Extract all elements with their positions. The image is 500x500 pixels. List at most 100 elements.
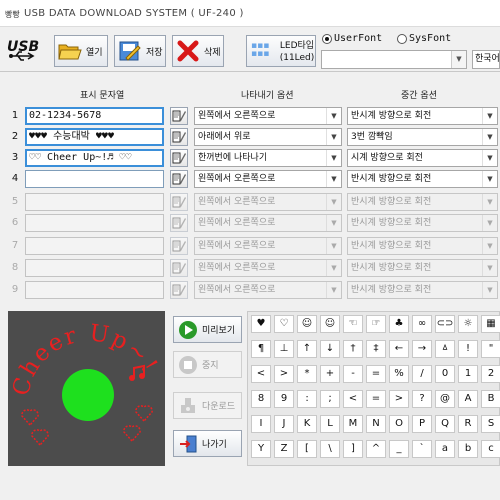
glyph-cell[interactable]: ↓: [320, 340, 340, 358]
glyph-cell[interactable]: N: [366, 415, 386, 433]
preview-button[interactable]: 미리보기: [173, 316, 242, 343]
glyph-cell[interactable]: P: [412, 415, 432, 433]
row-edit-button[interactable]: [170, 237, 188, 255]
glyph-cell[interactable]: 2: [481, 365, 500, 383]
row-text-input[interactable]: [25, 214, 164, 232]
glyph-cell[interactable]: /: [412, 365, 432, 383]
glyph-cell[interactable]: Y: [251, 440, 271, 458]
middle-option-select[interactable]: 시계 방향으로 회전 ▼: [347, 149, 498, 167]
glyph-cell[interactable]: ;: [320, 390, 340, 408]
glyph-cell[interactable]: ⊂⊃: [435, 315, 455, 333]
glyph-cell[interactable]: I: [251, 415, 271, 433]
glyph-cell[interactable]: Z: [274, 440, 294, 458]
glyph-cell[interactable]: ‡: [366, 340, 386, 358]
row-edit-button[interactable]: [170, 128, 188, 146]
glyph-cell[interactable]: ㅿ: [435, 340, 455, 358]
row-text-input[interactable]: [25, 193, 164, 211]
appear-option-select[interactable]: 아래에서 위로 ▼: [194, 128, 342, 146]
appear-option-select[interactable]: 왼쪽에서 오른쪽으로 ▼: [194, 281, 342, 299]
glyph-cell[interactable]: Q: [435, 415, 455, 433]
glyph-cell[interactable]: :: [297, 390, 317, 408]
glyph-cell[interactable]: <: [343, 390, 363, 408]
row-edit-button[interactable]: [170, 281, 188, 299]
glyph-cell[interactable]: ?: [412, 390, 432, 408]
glyph-cell[interactable]: ☜: [343, 315, 363, 333]
glyph-cell[interactable]: ▦: [481, 315, 500, 333]
glyph-cell[interactable]: †: [343, 340, 363, 358]
glyph-cell[interactable]: [: [297, 440, 317, 458]
glyph-cell[interactable]: b: [458, 440, 478, 458]
glyph-cell[interactable]: =: [366, 390, 386, 408]
middle-option-select[interactable]: 반시계 방향으로 회전 ▼: [347, 107, 498, 125]
row-text-input[interactable]: [25, 170, 164, 188]
glyph-cell[interactable]: R: [458, 415, 478, 433]
middle-option-select[interactable]: 반시계 방향으로 회전 ▼: [347, 281, 498, 299]
glyph-cell[interactable]: ⊥: [274, 340, 294, 358]
glyph-cell[interactable]: ♣: [389, 315, 409, 333]
row-edit-button[interactable]: [170, 107, 188, 125]
appear-option-select[interactable]: 왼쪽에서 오른쪽으로 ▼: [194, 237, 342, 255]
glyph-cell[interactable]: ]: [343, 440, 363, 458]
row-text-input[interactable]: ♡♡ Cheer Up~!♬ ♡♡: [25, 149, 164, 167]
glyph-cell[interactable]: ☼: [458, 315, 478, 333]
appear-option-select[interactable]: 왼쪽에서 오른쪽으로 ▼: [194, 170, 342, 188]
glyph-cell[interactable]: -: [343, 365, 363, 383]
glyph-cell[interactable]: S: [481, 415, 500, 433]
font-select[interactable]: ▼: [321, 50, 467, 69]
glyph-cell[interactable]: *: [297, 365, 317, 383]
stop-button[interactable]: 중지: [173, 351, 242, 378]
appear-option-select[interactable]: 왼쪽에서 오른쪽으로 ▼: [194, 214, 342, 232]
glyph-cell[interactable]: ☺: [320, 315, 340, 333]
glyph-cell[interactable]: ∞: [412, 315, 432, 333]
glyph-cell[interactable]: ": [481, 340, 500, 358]
glyph-cell[interactable]: <: [251, 365, 271, 383]
glyph-cell[interactable]: ←: [389, 340, 409, 358]
open-button[interactable]: 열기: [54, 35, 108, 67]
row-edit-button[interactable]: [170, 259, 188, 277]
glyph-cell[interactable]: J: [274, 415, 294, 433]
glyph-cell[interactable]: %: [389, 365, 409, 383]
glyph-cell[interactable]: M: [343, 415, 363, 433]
row-text-input[interactable]: 02-1234-5678: [25, 107, 164, 125]
glyph-cell[interactable]: L: [320, 415, 340, 433]
glyph-cell[interactable]: ☞: [366, 315, 386, 333]
glyph-cell[interactable]: !: [458, 340, 478, 358]
sysfont-radio[interactable]: SysFont: [397, 33, 451, 44]
row-edit-button[interactable]: [170, 149, 188, 167]
middle-option-select[interactable]: 반시계 방향으로 회전 ▼: [347, 193, 498, 211]
appear-option-select[interactable]: 왼쪽에서 오른쪽으로 ▼: [194, 107, 342, 125]
appear-option-select[interactable]: 왼쪽에서 오른쪽으로 ▼: [194, 259, 342, 277]
language-select[interactable]: 한국어: [472, 50, 500, 69]
glyph-cell[interactable]: B: [481, 390, 500, 408]
middle-option-select[interactable]: 반시계 방향으로 회전 ▼: [347, 170, 498, 188]
glyph-cell[interactable]: ♡: [274, 315, 294, 333]
glyph-cell[interactable]: 1: [458, 365, 478, 383]
glyph-cell[interactable]: a: [435, 440, 455, 458]
middle-option-select[interactable]: 반시계 방향으로 회전 ▼: [347, 214, 498, 232]
glyph-cell[interactable]: _: [389, 440, 409, 458]
glyph-cell[interactable]: O: [389, 415, 409, 433]
middle-option-select[interactable]: 반시계 방향으로 회전 ▼: [347, 259, 498, 277]
row-edit-button[interactable]: [170, 170, 188, 188]
appear-option-select[interactable]: 한꺼번에 나타나기 ▼: [194, 149, 342, 167]
glyph-cell[interactable]: ^: [366, 440, 386, 458]
glyph-cell[interactable]: ↑: [297, 340, 317, 358]
glyph-cell[interactable]: =: [366, 365, 386, 383]
glyph-cell[interactable]: ☺: [297, 315, 317, 333]
row-text-input[interactable]: ♥♥♥ 수능대박 ♥♥♥: [25, 128, 164, 146]
glyph-cell[interactable]: c: [481, 440, 500, 458]
save-button[interactable]: 저장: [114, 35, 166, 67]
middle-option-select[interactable]: 반시계 방향으로 회전 ▼: [347, 237, 498, 255]
appear-option-select[interactable]: 왼쪽에서 오른쪽으로 ▼: [194, 193, 342, 211]
download-button[interactable]: 다운로드: [173, 392, 242, 419]
glyph-cell[interactable]: @: [435, 390, 455, 408]
delete-button[interactable]: 삭제: [172, 35, 224, 67]
glyph-cell[interactable]: 0: [435, 365, 455, 383]
row-text-input[interactable]: [25, 237, 164, 255]
glyph-cell[interactable]: \: [320, 440, 340, 458]
glyph-cell[interactable]: ♥: [251, 315, 271, 333]
userfont-radio[interactable]: UserFont: [322, 33, 382, 44]
row-text-input[interactable]: [25, 281, 164, 299]
middle-option-select[interactable]: 3번 깜빡임 ▼: [347, 128, 498, 146]
row-text-input[interactable]: [25, 259, 164, 277]
